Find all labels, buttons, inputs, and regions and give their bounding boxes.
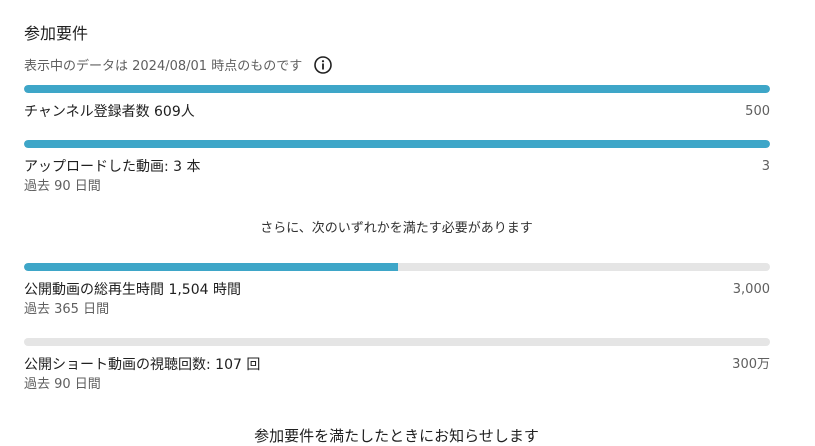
data-date-note: 表示中のデータは 2024/08/01 時点のものです xyxy=(24,55,333,74)
subscribers-progress-fill xyxy=(24,85,770,93)
subscribers-label: チャンネル登録者数 609人 xyxy=(24,104,195,120)
watch-hours-progress-bar xyxy=(24,263,770,271)
uploads-progress-fill xyxy=(24,140,770,148)
requirement-subscribers: チャンネル登録者数 609人 500 xyxy=(24,85,770,121)
uploads-target: 3 xyxy=(761,159,770,174)
requirement-watch-hours: 公開動画の総再生時間 1,504 時間 3,000 過去 365 日間 xyxy=(24,263,770,318)
uploads-progress-bar xyxy=(24,140,770,148)
watch-hours-target: 3,000 xyxy=(732,282,770,297)
shorts-views-period: 過去 90 日間 xyxy=(24,377,101,392)
either-requirement-note: さらに、次のいずれかを満たす必要があります xyxy=(260,221,533,236)
watch-hours-period: 過去 365 日間 xyxy=(24,302,110,317)
subscribers-target: 500 xyxy=(745,104,770,119)
uploads-period: 過去 90 日間 xyxy=(24,179,101,194)
watch-hours-progress-fill xyxy=(24,263,398,271)
requirement-shorts-views: 公開ショート動画の視聴回数: 107 回 300万 過去 90 日間 xyxy=(24,338,770,393)
shorts-views-label: 公開ショート動画の視聴回数: 107 回 xyxy=(24,357,261,373)
subscribers-progress-bar xyxy=(24,85,770,93)
requirement-uploads: アップロードした動画: 3 本 3 過去 90 日間 xyxy=(24,140,770,195)
page-title: 参加要件 xyxy=(24,24,89,43)
watch-hours-label: 公開動画の総再生時間 1,504 時間 xyxy=(24,282,241,298)
shorts-views-progress-bar xyxy=(24,338,770,346)
data-date-text: 表示中のデータは 2024/08/01 時点のものです xyxy=(24,59,303,74)
notification-note: 参加要件を満たしたときにお知らせします xyxy=(254,427,539,445)
shorts-views-target: 300万 xyxy=(732,357,770,372)
info-circle-icon[interactable] xyxy=(314,55,333,74)
uploads-label: アップロードした動画: 3 本 xyxy=(24,159,201,175)
